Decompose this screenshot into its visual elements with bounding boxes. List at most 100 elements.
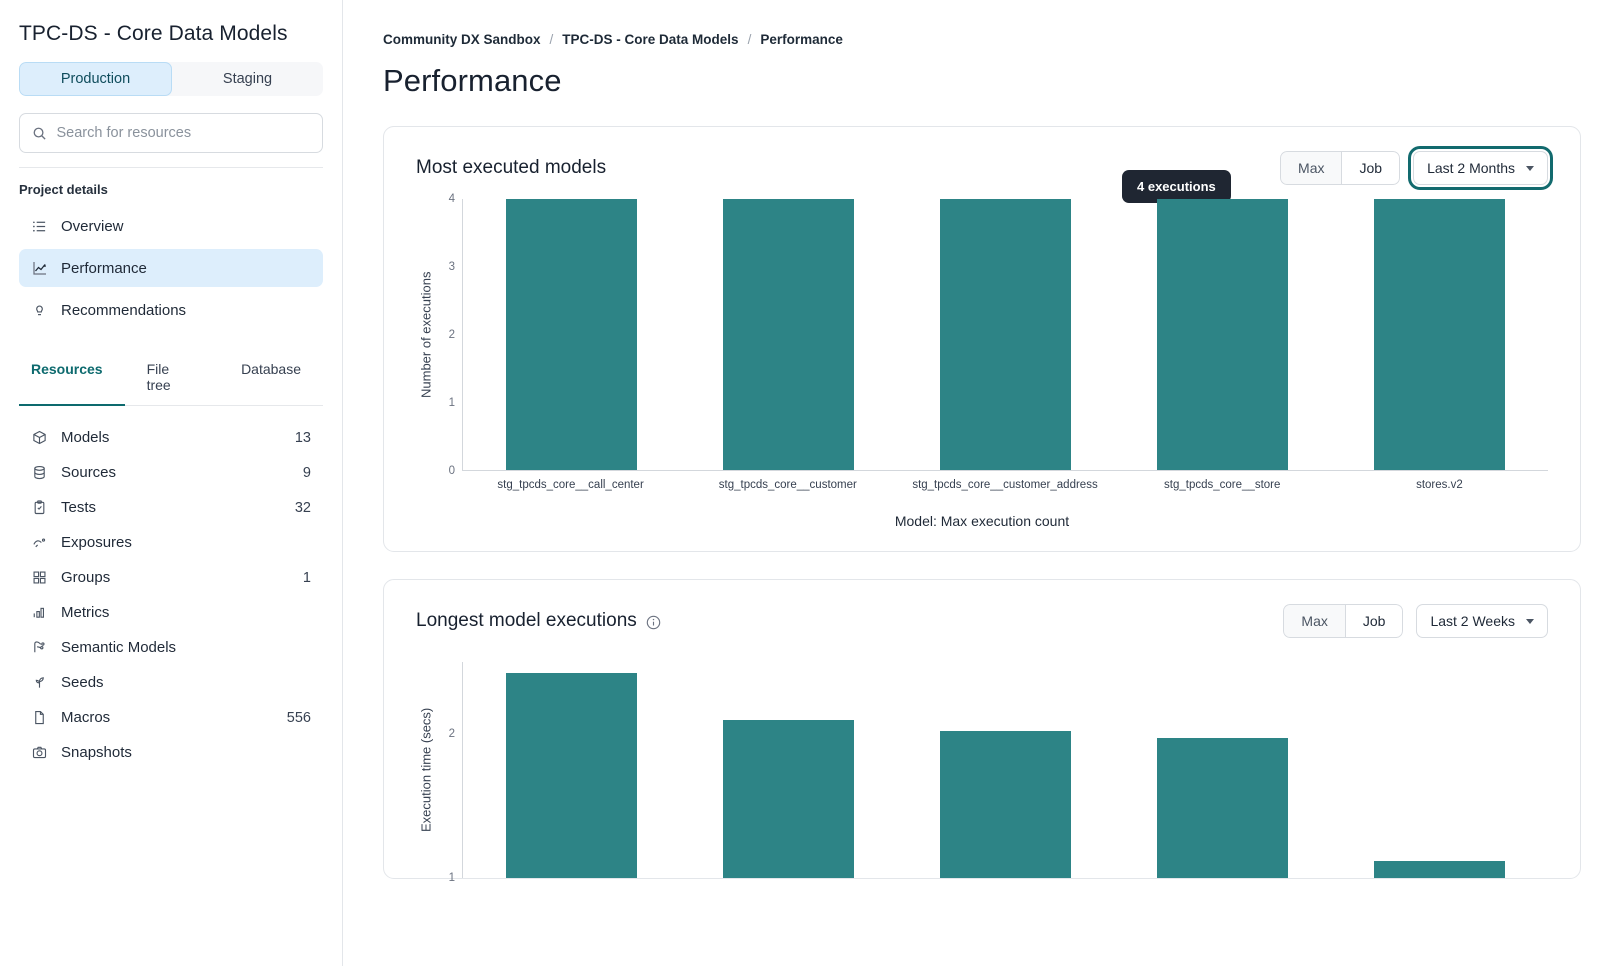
sidebar-item-recommendations[interactable]: Recommendations <box>19 291 323 329</box>
breadcrumb-item-workspace[interactable]: Community DX Sandbox <box>383 32 541 47</box>
y-tick: 0 <box>448 465 455 477</box>
resource-item-semantic-models[interactable]: Semantic Models <box>19 630 323 665</box>
resource-item-models[interactable]: Models 13 <box>19 420 323 455</box>
card-title: Longest model executions <box>416 610 661 632</box>
time-range-label: Last 2 Months <box>1427 160 1515 176</box>
bar[interactable] <box>940 199 1071 470</box>
bar[interactable] <box>723 720 854 878</box>
x-axis-labels: stg_tpcds_core__call_center stg_tpcds_co… <box>462 471 1548 491</box>
breadcrumb: Community DX Sandbox / TPC-DS - Core Dat… <box>383 32 1581 47</box>
search-box[interactable] <box>19 113 323 153</box>
resource-item-metrics[interactable]: Metrics <box>19 595 323 630</box>
x-tick-label: stg_tpcds_core__customer_address <box>912 479 1098 491</box>
resource-item-seeds[interactable]: Seeds <box>19 665 323 700</box>
resource-item-tests[interactable]: Tests 32 <box>19 490 323 525</box>
bar[interactable] <box>1157 199 1288 470</box>
environment-toggle: Production Staging <box>19 62 323 96</box>
app-root: TPC-DS - Core Data Models Production Sta… <box>0 0 1621 966</box>
chart-plot-area: Number of executions 4 3 2 1 0 <box>416 193 1548 477</box>
time-range-dropdown[interactable]: Last 2 Months <box>1408 146 1553 190</box>
x-tick-label: stg_tpcds_core__customer <box>718 479 857 491</box>
card-header: Most executed models Max Job Last 2 Mont… <box>416 146 1553 190</box>
plot <box>462 662 1548 878</box>
bar-slot <box>1114 662 1331 878</box>
resource-label: Seeds <box>61 674 104 691</box>
resource-count: 13 <box>294 429 311 446</box>
chevron-down-icon <box>1526 165 1534 171</box>
tab-file-tree[interactable]: File tree <box>125 351 219 406</box>
sidebar-divider <box>19 167 323 168</box>
resource-label: Sources <box>61 464 117 481</box>
card-controls: Max Job Last 2 Months <box>1280 146 1553 190</box>
chevron-down-icon <box>1526 618 1534 624</box>
aggregation-toggle: Max Job <box>1280 151 1401 185</box>
seg-button-job[interactable]: Job <box>1341 151 1401 185</box>
resource-label: Metrics <box>61 604 110 621</box>
x-tick-label: stg_tpcds_core__store <box>1164 479 1281 491</box>
breadcrumb-separator: / <box>549 32 554 47</box>
bar[interactable] <box>506 672 637 878</box>
seed-icon <box>31 674 48 691</box>
resource-item-exposures[interactable]: Exposures <box>19 525 323 560</box>
resource-label: Semantic Models <box>61 639 177 656</box>
resource-item-sources[interactable]: Sources 9 <box>19 455 323 490</box>
bar[interactable] <box>1157 737 1288 878</box>
tab-database[interactable]: Database <box>219 351 323 406</box>
seg-button-max[interactable]: Max <box>1280 151 1342 185</box>
bar[interactable] <box>1374 860 1505 878</box>
seg-button-max[interactable]: Max <box>1283 604 1345 638</box>
bar-slot <box>897 662 1114 878</box>
env-tab-staging[interactable]: Staging <box>172 62 323 96</box>
exposure-icon <box>31 534 48 551</box>
lightbulb-icon <box>31 302 48 319</box>
bar[interactable] <box>506 199 637 470</box>
chart-longest-model-executions: Execution time (secs) 2 1 <box>416 662 1548 884</box>
resource-count: 1 <box>302 569 311 586</box>
y-tick: 3 <box>448 261 455 273</box>
resource-label: Groups <box>61 569 111 586</box>
card-header: Longest model executions Max Job Last 2 … <box>416 604 1548 638</box>
card-title: Most executed models <box>416 157 606 179</box>
y-axis: 2 1 <box>436 662 462 884</box>
x-tick-label: stores.v2 <box>1416 479 1463 491</box>
resource-item-groups[interactable]: Groups 1 <box>19 560 323 595</box>
clipboard-check-icon <box>31 499 48 516</box>
plot <box>462 199 1548 471</box>
card-controls: Max Job Last 2 Weeks <box>1283 604 1548 638</box>
tab-resources[interactable]: Resources <box>19 351 125 406</box>
camera-icon <box>31 744 48 761</box>
resource-label: Macros <box>61 709 111 726</box>
chart-line-icon <box>31 260 48 277</box>
breadcrumb-item-project[interactable]: TPC-DS - Core Data Models <box>562 32 738 47</box>
resource-count: 9 <box>302 464 311 481</box>
sidebar-item-performance[interactable]: Performance <box>19 249 323 287</box>
y-tick: 2 <box>448 727 455 740</box>
bar-slot <box>680 662 897 878</box>
seg-button-job[interactable]: Job <box>1344 604 1404 638</box>
resource-label: Snapshots <box>61 744 132 761</box>
project-details-label: Project details <box>19 182 108 197</box>
bar[interactable] <box>723 199 854 470</box>
resource-item-snapshots[interactable]: Snapshots <box>19 735 323 770</box>
bar-chart-icon <box>31 604 48 621</box>
sidebar-item-overview[interactable]: Overview <box>19 207 323 245</box>
y-tick: 2 <box>448 329 455 341</box>
y-axis: 4 3 2 1 0 <box>436 193 462 477</box>
info-icon[interactable] <box>646 614 661 629</box>
sidebar-item-label: Performance <box>61 259 147 277</box>
card-most-executed-models: Most executed models Max Job Last 2 Mont… <box>383 126 1581 552</box>
bar[interactable] <box>1374 199 1505 470</box>
card-title-text: Longest model executions <box>416 610 637 631</box>
sidebar: TPC-DS - Core Data Models Production Sta… <box>0 0 343 966</box>
y-tick: 1 <box>448 872 455 884</box>
chart-caption: Model: Max execution count <box>894 513 1070 529</box>
list-icon <box>31 218 48 235</box>
env-tab-production[interactable]: Production <box>19 62 172 96</box>
time-range-dropdown[interactable]: Last 2 Weeks <box>1416 604 1548 638</box>
page-title: Performance <box>383 63 562 98</box>
search-input[interactable] <box>56 125 310 141</box>
bar[interactable] <box>940 731 1071 878</box>
resource-item-macros[interactable]: Macros 556 <box>19 700 323 735</box>
y-axis-title: Number of executions <box>418 271 434 399</box>
time-range-label: Last 2 Weeks <box>1430 613 1515 629</box>
